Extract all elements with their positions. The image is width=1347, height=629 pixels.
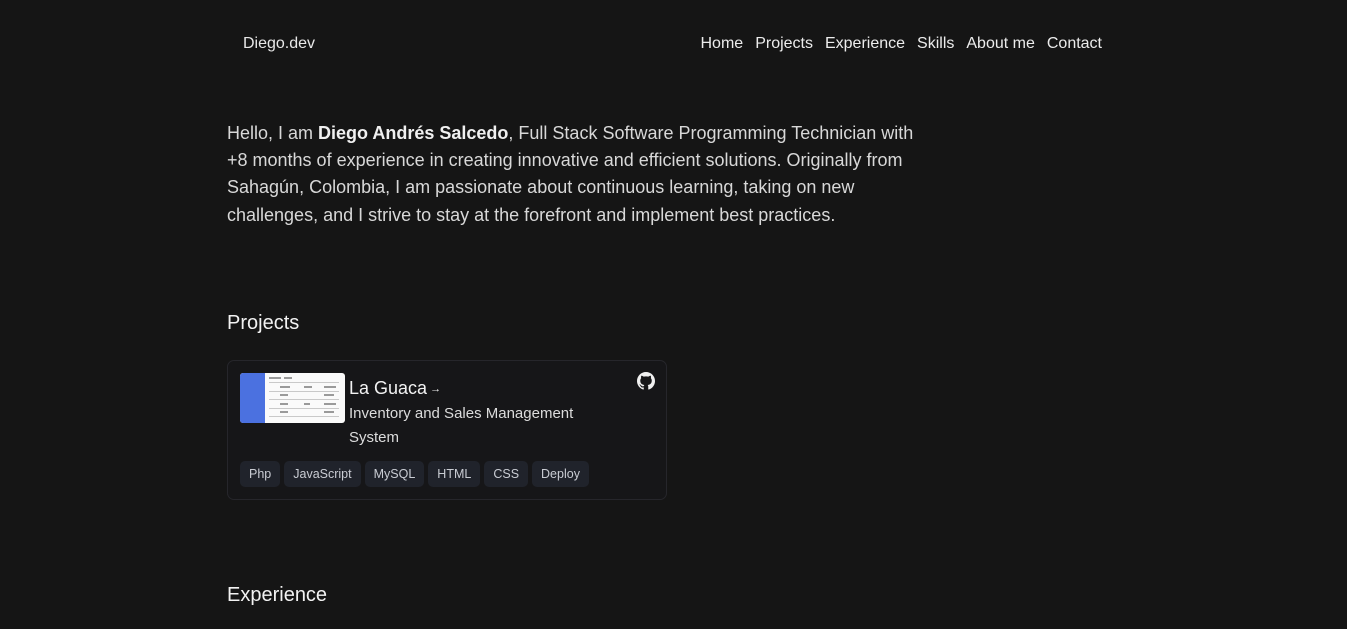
tag-php: Php — [240, 461, 281, 487]
tag-mysql: MySQL — [364, 461, 425, 487]
tag-html: HTML — [428, 461, 481, 487]
tag-css: CSS — [484, 461, 529, 487]
main-nav: Home Projects Experience Skills About me… — [701, 34, 1103, 54]
project-title-link[interactable]: La Guaca → — [349, 377, 441, 400]
project-name: La Guaca — [349, 378, 428, 398]
tag-deploy: Deploy — [532, 461, 589, 487]
arrow-right-icon: → — [430, 383, 442, 395]
nav-skills[interactable]: Skills — [917, 34, 954, 54]
intro-name: Diego Andrés Salcedo — [318, 123, 509, 143]
project-card: La Guaca → Inventory and Sales Management… — [227, 360, 667, 500]
project-thumbnail[interactable] — [240, 373, 345, 423]
nav-contact[interactable]: Contact — [1047, 34, 1102, 54]
nav-about-me[interactable]: About me — [966, 34, 1034, 54]
experience-heading: Experience — [227, 584, 328, 606]
projects-heading: Projects — [227, 312, 300, 334]
nav-projects[interactable]: Projects — [755, 34, 813, 54]
project-description: Inventory and Sales Management System — [349, 405, 574, 446]
nav-home[interactable]: Home — [701, 34, 744, 54]
tag-javascript: JavaScript — [284, 461, 361, 487]
nav-experience[interactable]: Experience — [825, 34, 905, 54]
project-tags: Php JavaScript MySQL HTML CSS Deploy — [240, 461, 589, 487]
intro-prefix: Hello, I am — [227, 123, 319, 143]
github-icon[interactable] — [637, 372, 655, 390]
site-header: Diego.dev Home Projects Experience Skill… — [0, 0, 1347, 90]
site-logo[interactable]: Diego.dev — [243, 34, 315, 54]
intro-paragraph: Hello, I am Diego Andrés Salcedo, Full S… — [227, 120, 917, 229]
